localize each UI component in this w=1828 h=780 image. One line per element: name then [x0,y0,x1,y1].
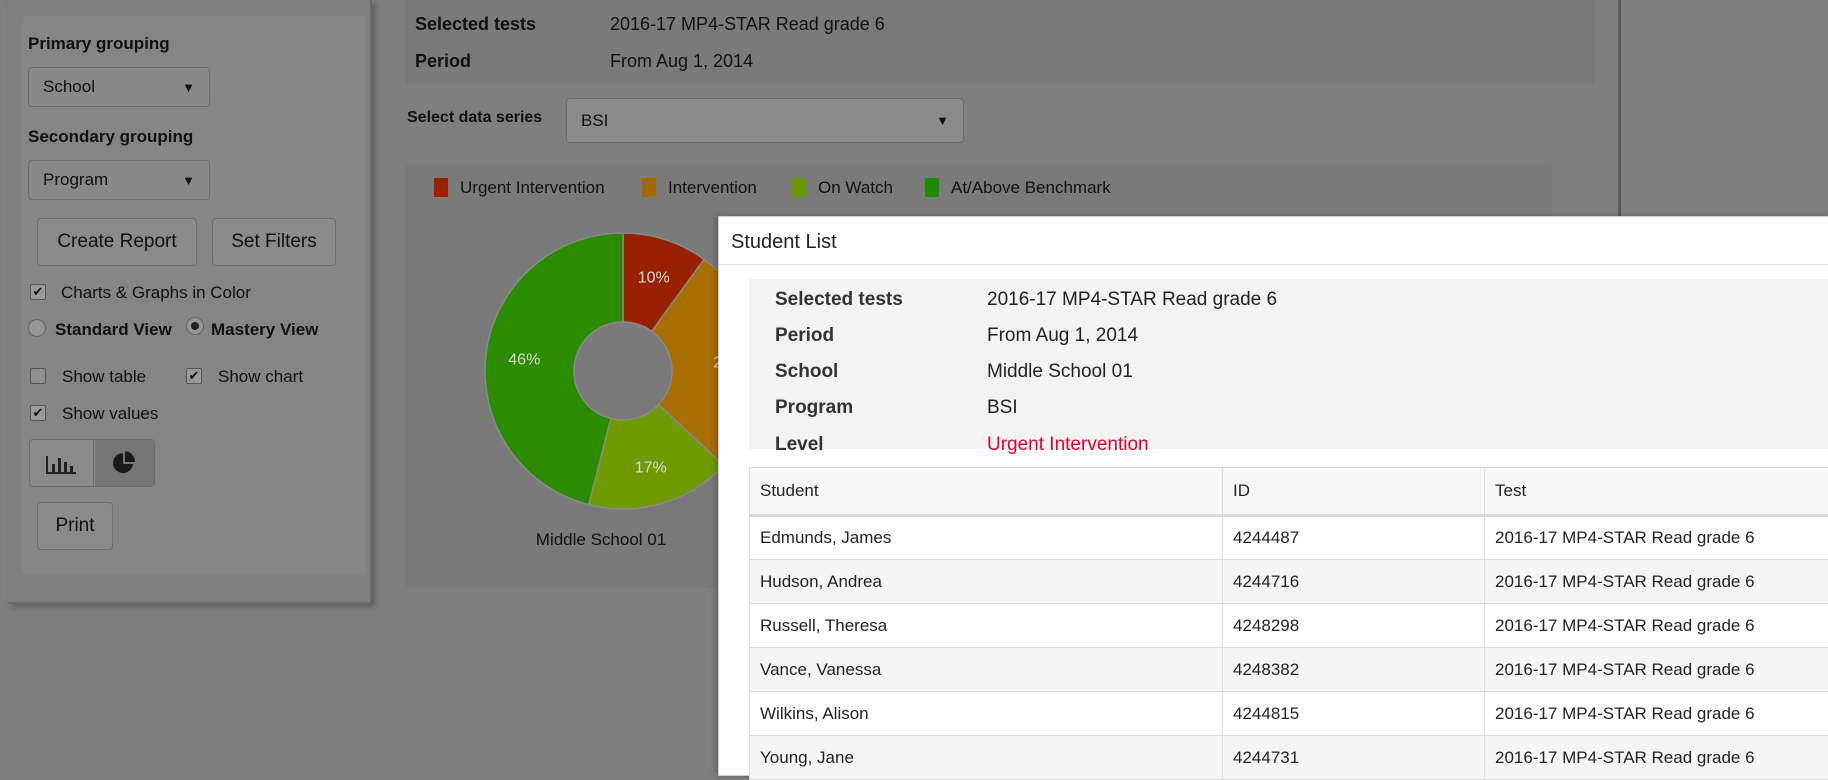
student-list-dialog: Student List Selected tests 2016-17 MP4-… [718,216,1828,776]
legend-label[interactable]: On Watch [818,178,893,198]
print-button[interactable]: Print [37,502,113,550]
table-header-row: Student ID Test [750,468,1828,516]
show-values-checkbox[interactable]: ✔ [30,405,46,421]
student-id-cell: 4244487 [1223,516,1485,560]
student-id-cell: 4244731 [1223,736,1485,780]
show-values-label: Show values [62,404,158,424]
create-report-button[interactable]: Create Report [37,218,197,266]
student-name-cell: Hudson, Andrea [750,560,1223,604]
secondary-grouping-label: Secondary grouping [28,127,193,147]
student-name-cell: Russell, Theresa [750,604,1223,648]
mastery-view-label: Mastery View [211,320,318,340]
donut-chart: 10%2717%46%Middle School 01 [470,220,730,550]
legend-swatch [925,178,939,197]
legend-swatch [434,178,448,197]
chevron-down-icon: ▼ [182,80,195,95]
standard-view-label: Standard View [55,320,172,340]
pie-chart-button[interactable] [95,440,154,486]
charts-in-color-checkbox[interactable]: ✔ [30,284,46,300]
detail-label: Program [775,397,853,419]
mastery-view-radio[interactable] [186,317,204,335]
student-name-cell: Wilkins, Alison [750,692,1223,736]
detail-label: School [775,361,838,383]
slice-value-label: 46% [508,352,540,369]
detail-value: BSI [987,397,1018,419]
detail-value: 2016-17 MP4-STAR Read grade 6 [987,289,1277,311]
summary-period-label: Period [415,51,471,72]
student-id-cell: 4244716 [1223,560,1485,604]
legend-label[interactable]: Urgent Intervention [460,178,605,198]
table-row[interactable]: Vance, Vanessa42483822016-17 MP4-STAR Re… [750,648,1828,692]
show-chart-label: Show chart [218,367,303,387]
legend-swatch [642,178,656,197]
slice-value-label: 17% [635,460,667,477]
legend-swatch [792,178,806,197]
selection-details: Selected tests 2016-17 MP4-STAR Read gra… [749,279,1828,449]
data-series-value: BSI [581,111,608,130]
data-series-select[interactable]: BSI ▼ [566,98,964,143]
chart-title: Middle School 01 [536,530,666,549]
dialog-title: Student List [731,231,837,254]
detail-label: Level [775,434,824,456]
student-test-cell: 2016-17 MP4-STAR Read grade 6 [1485,516,1828,560]
summary-period-value: From Aug 1, 2014 [610,51,753,72]
summary-selected-tests-label: Selected tests [415,14,536,35]
summary-selected-tests-value: 2016-17 MP4-STAR Read grade 6 [610,14,885,35]
primary-grouping-select[interactable]: School ▼ [28,67,210,107]
table-row[interactable]: Wilkins, Alison42448152016-17 MP4-STAR R… [750,692,1828,736]
table-row[interactable]: Young, Jane42447312016-17 MP4-STAR Read … [750,736,1828,780]
secondary-grouping-select[interactable]: Program ▼ [28,160,210,200]
student-table: Student ID Test Edmunds, James4244487201… [749,467,1828,780]
primary-grouping-label: Primary grouping [28,34,170,54]
detail-label: Selected tests [775,289,903,311]
bar-chart-icon [30,440,94,486]
report-summary [406,0,1594,84]
slice-value-label: 10% [638,269,670,286]
student-name-cell: Young, Jane [750,736,1223,780]
detail-value: From Aug 1, 2014 [987,325,1138,347]
chevron-down-icon: ▼ [936,113,949,128]
detail-label: Period [775,325,834,347]
secondary-grouping-value: Program [43,170,108,189]
legend-label[interactable]: Intervention [668,178,757,198]
student-table-body: Edmunds, James42444872016-17 MP4-STAR Re… [750,516,1828,780]
detail-value: Middle School 01 [987,361,1133,383]
table-row[interactable]: Russell, Theresa42482982016-17 MP4-STAR … [750,604,1828,648]
student-test-cell: 2016-17 MP4-STAR Read grade 6 [1485,648,1828,692]
charts-in-color-label: Charts & Graphs in Color [61,283,251,303]
column-header-id[interactable]: ID [1223,468,1485,516]
set-filters-button[interactable]: Set Filters [212,218,336,266]
legend-label[interactable]: At/Above Benchmark [951,178,1111,198]
primary-grouping-value: School [43,77,95,96]
student-name-cell: Vance, Vanessa [750,648,1223,692]
chart-type-toggle [29,439,155,487]
table-row[interactable]: Hudson, Andrea42447162016-17 MP4-STAR Re… [750,560,1828,604]
dialog-header: Student List [719,217,1828,265]
bar-chart-button[interactable] [30,440,94,486]
student-id-cell: 4248298 [1223,604,1485,648]
show-table-checkbox[interactable] [30,368,46,384]
show-chart-checkbox[interactable]: ✔ [186,368,202,384]
student-test-cell: 2016-17 MP4-STAR Read grade 6 [1485,604,1828,648]
level-value: Urgent Intervention [987,434,1149,456]
column-header-test[interactable]: Test [1485,468,1828,516]
table-row[interactable]: Edmunds, James42444872016-17 MP4-STAR Re… [750,516,1828,560]
pie-chart-icon [95,440,154,486]
column-header-student[interactable]: Student [750,468,1223,516]
student-test-cell: 2016-17 MP4-STAR Read grade 6 [1485,560,1828,604]
chevron-down-icon: ▼ [182,173,195,188]
data-series-label: Select data series [407,109,542,127]
student-name-cell: Edmunds, James [750,516,1223,560]
student-id-cell: 4248382 [1223,648,1485,692]
student-id-cell: 4244815 [1223,692,1485,736]
standard-view-radio[interactable] [28,319,46,337]
student-test-cell: 2016-17 MP4-STAR Read grade 6 [1485,692,1828,736]
student-test-cell: 2016-17 MP4-STAR Read grade 6 [1485,736,1828,780]
show-table-label: Show table [62,367,146,387]
